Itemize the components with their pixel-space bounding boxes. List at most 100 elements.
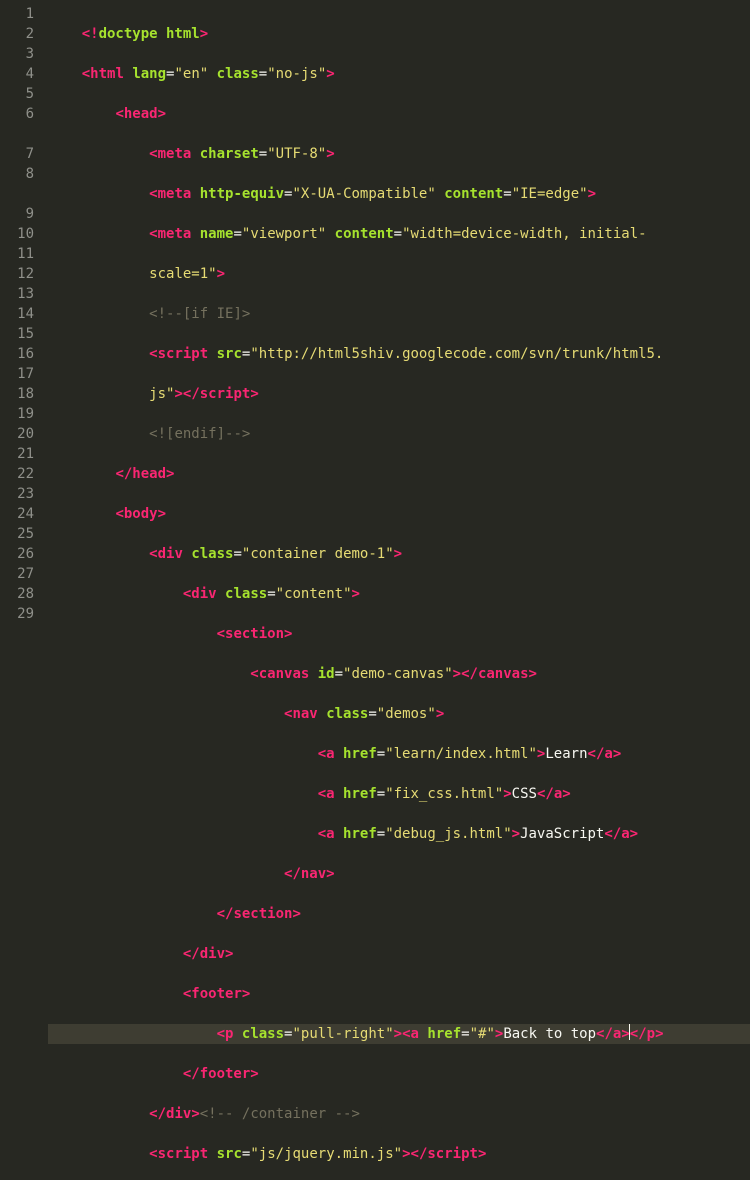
attr-class: class	[225, 586, 267, 602]
tag-close: >	[225, 946, 233, 962]
tag-close: >	[537, 746, 545, 762]
equals: =	[259, 66, 267, 82]
link-text-css: CSS	[512, 786, 537, 802]
val-xua: X-UA-Compatible	[301, 186, 427, 202]
tag-open: <	[284, 706, 292, 722]
line-number: 1	[4, 4, 34, 24]
quote: "	[276, 586, 284, 602]
tag-open: <	[183, 986, 191, 1002]
line-number: 21	[4, 444, 34, 464]
line-number: 26	[4, 544, 34, 564]
equals: =	[394, 226, 402, 242]
val-viewport: viewport	[250, 226, 317, 242]
line-number: 7	[4, 144, 34, 164]
tag-open: <	[217, 626, 225, 642]
line-number: 9	[4, 204, 34, 224]
line-number: 22	[4, 464, 34, 484]
attr-src: src	[217, 1146, 242, 1162]
attr-class: class	[326, 706, 368, 722]
quote: "	[208, 266, 216, 282]
code-content[interactable]: <!doctype html> <html lang="en" class="n…	[44, 0, 750, 590]
attr-src: src	[217, 346, 242, 362]
line-number: 10	[4, 224, 34, 244]
tag-close: >	[588, 186, 596, 202]
tag-open: <	[250, 666, 258, 682]
line-number: 23	[4, 484, 34, 504]
tag-close: >	[512, 826, 520, 842]
val-debugjs: debug_js.html	[394, 826, 504, 842]
tag-close: >	[529, 666, 537, 682]
tag-close: >	[478, 1146, 486, 1162]
tag-close: >	[217, 266, 225, 282]
attr-class: class	[217, 66, 259, 82]
quote: "	[318, 146, 326, 162]
val-demos: demos	[385, 706, 427, 722]
equals: =	[377, 826, 385, 842]
tag-close: >	[191, 1106, 199, 1122]
tag-close-open: </	[115, 466, 132, 482]
quote: "	[402, 226, 410, 242]
tag-close: >	[200, 26, 208, 42]
quote: "	[250, 1146, 258, 1162]
tag-close-open: </	[596, 1026, 613, 1042]
val-en: en	[183, 66, 200, 82]
tag-a: a	[621, 826, 629, 842]
tag-open: <	[115, 106, 123, 122]
quote: "	[444, 666, 452, 682]
line-number: 2	[4, 24, 34, 44]
line-number: 27	[4, 564, 34, 584]
tag-close: >	[394, 1026, 402, 1042]
quote: "	[385, 746, 393, 762]
equals: =	[233, 546, 241, 562]
line-number: 4	[4, 64, 34, 84]
equals: =	[335, 666, 343, 682]
quote: "	[385, 786, 393, 802]
quote: "	[495, 786, 503, 802]
val-ieedge: IE=edge	[520, 186, 579, 202]
quote: "	[385, 1026, 393, 1042]
tag-html: html	[90, 66, 124, 82]
attr-href: href	[427, 1026, 461, 1042]
attr-lang: lang	[132, 66, 166, 82]
tag-canvas: canvas	[478, 666, 529, 682]
line-number: 20	[4, 424, 34, 444]
doctype-text: doctype html	[99, 26, 200, 42]
val-viewport-a: width=device-width, initial-	[411, 226, 647, 242]
tag-nav: nav	[301, 866, 326, 882]
val-shiv-a: http://html5shiv.googlecode.com/svn/trun…	[259, 346, 664, 362]
tag-meta: meta	[158, 146, 192, 162]
equals: =	[377, 746, 385, 762]
tag-footer: footer	[200, 1066, 251, 1082]
quote: "	[427, 186, 435, 202]
line-number: 29	[4, 604, 34, 624]
val-pullright: pull-right	[301, 1026, 385, 1042]
quote: "	[427, 706, 435, 722]
tag-a: a	[326, 786, 334, 802]
quote: "	[267, 66, 275, 82]
tag-p: p	[647, 1026, 655, 1042]
tag-meta: meta	[158, 226, 192, 242]
val-jquery: js/jquery.min.js	[259, 1146, 394, 1162]
tag-script: script	[427, 1146, 478, 1162]
val-learn: learn/index.html	[394, 746, 529, 762]
equals: =	[368, 706, 376, 722]
equals: =	[377, 786, 385, 802]
quote: "	[579, 186, 587, 202]
line-number: 5	[4, 84, 34, 104]
tag-close: >	[158, 506, 166, 522]
tag-close: >	[495, 1026, 503, 1042]
line-number: 11	[4, 244, 34, 264]
val-democanvas: demo-canvas	[351, 666, 444, 682]
tag-head: head	[124, 106, 158, 122]
line-number: 13	[4, 284, 34, 304]
line-number: 25	[4, 524, 34, 544]
code-editor[interactable]: 123456.78.910111213141516171819202122232…	[0, 0, 750, 590]
attr-httpequiv: http-equiv	[200, 186, 284, 202]
tag-open: <	[318, 746, 326, 762]
quote: "	[292, 186, 300, 202]
equals: =	[503, 186, 511, 202]
tag-open: <	[82, 66, 90, 82]
tag-footer: footer	[191, 986, 242, 1002]
tag-close-open: </	[183, 946, 200, 962]
equals: =	[461, 1026, 469, 1042]
